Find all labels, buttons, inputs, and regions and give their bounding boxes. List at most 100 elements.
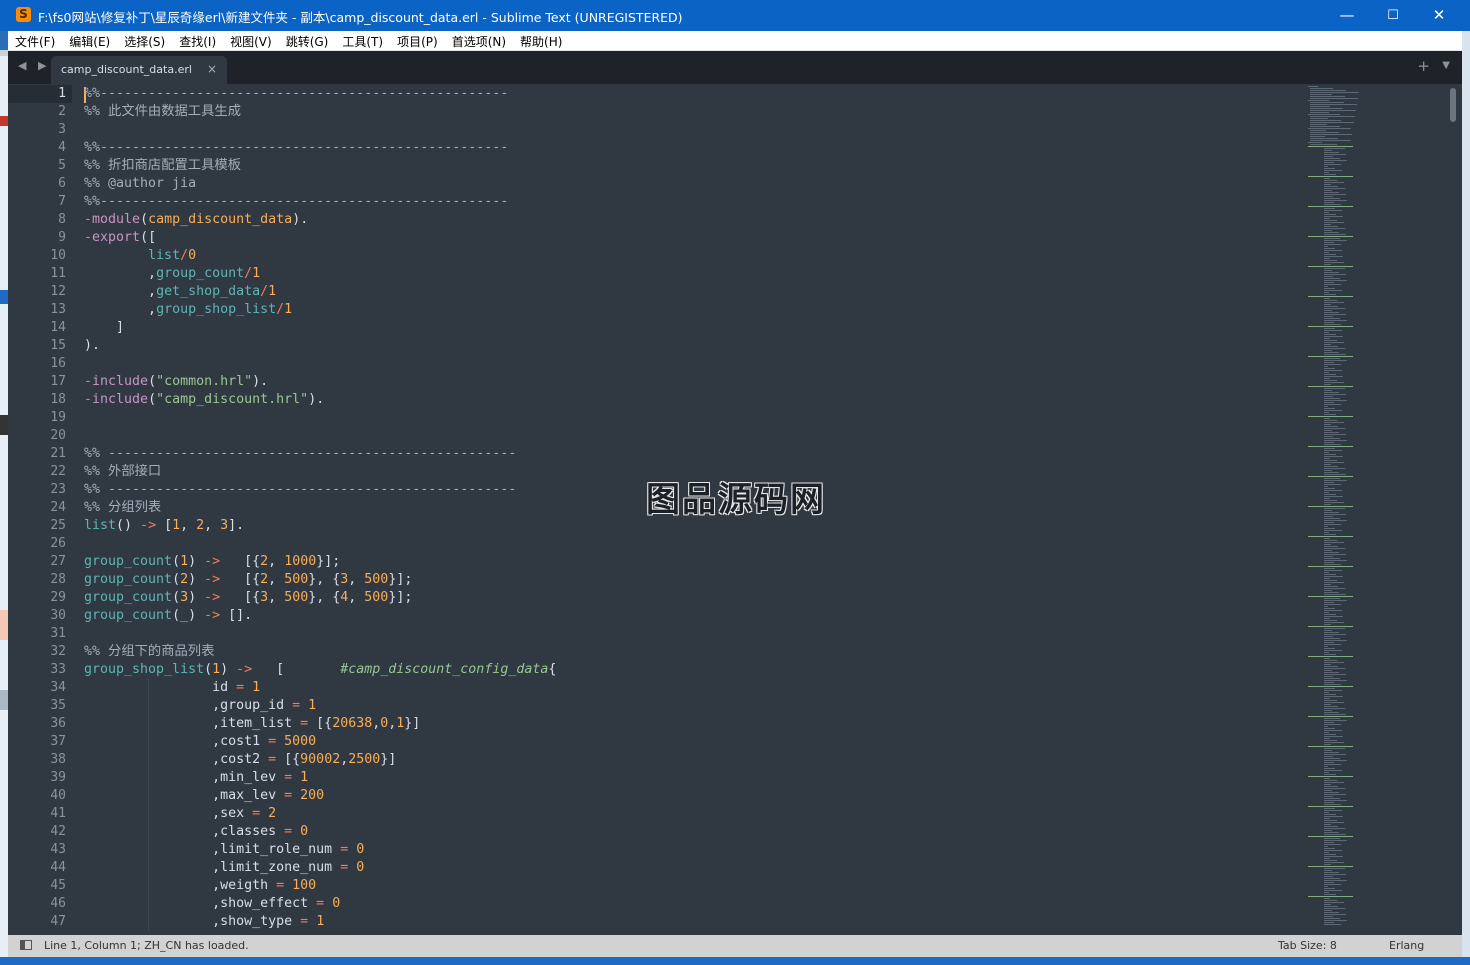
code-token: ). <box>292 212 309 227</box>
minimap-line <box>1324 328 1335 329</box>
code-line[interactable]: -module(camp_discount_data). <box>84 211 308 229</box>
code-line[interactable]: ). <box>84 337 100 355</box>
code-line[interactable]: ,cost1 = 5000 <box>84 733 316 751</box>
close-button[interactable]: ✕ <box>1416 0 1462 31</box>
line-number: 32 <box>50 644 66 659</box>
minimap-line <box>1324 756 1333 757</box>
line-number: 35 <box>50 698 66 713</box>
code-line[interactable]: ,item_list = [{20638,0,1}] <box>84 715 420 733</box>
minimize-button[interactable]: — <box>1324 0 1370 31</box>
title-bar[interactable]: S F:\fs0网站\修复补丁\星辰奇缘erl\新建文件夹 - 副本\camp_… <box>0 0 1470 31</box>
minimap-line <box>1324 672 1339 673</box>
minimap-line <box>1324 632 1339 633</box>
minimap-line <box>1308 296 1353 297</box>
menu-preferences[interactable]: 首选项(N) <box>445 33 513 52</box>
minimap-line <box>1324 676 1333 677</box>
scrollbar-thumb[interactable] <box>1450 88 1456 122</box>
new-tab-plus-icon[interactable]: + <box>1417 57 1430 75</box>
menu-find[interactable]: 查找(I) <box>172 33 223 52</box>
minimap-line <box>1324 552 1339 553</box>
code-token: ( <box>148 374 157 389</box>
status-tab-size[interactable]: Tab Size: 8 <box>1278 939 1337 952</box>
minimap-line <box>1324 276 1333 277</box>
menu-file[interactable]: 文件(F) <box>8 33 62 52</box>
code-line[interactable]: group_shop_list(1) -> [ #camp_discount_c… <box>84 661 556 679</box>
code-token: 0 <box>332 896 341 911</box>
code-line[interactable]: %%--------------------------------------… <box>84 193 508 211</box>
code-line[interactable]: group_count(3) -> [{3, 500}, {4, 500}]; <box>84 589 412 607</box>
code-line[interactable]: %% 分组列表 <box>84 499 161 517</box>
menu-help[interactable]: 帮助(H) <box>513 33 569 52</box>
menu-goto[interactable]: 跳转(G) <box>279 33 336 52</box>
minimap-line <box>1324 650 1342 651</box>
code-line[interactable]: ,show_type = 1 <box>84 913 324 931</box>
tab-list-chevron-icon[interactable]: ▼ <box>1442 60 1450 71</box>
tab-nav-arrows-icon[interactable]: ◀ ▶ <box>18 59 50 72</box>
code-line[interactable]: ,show_effect = 0 <box>84 895 340 913</box>
code-line[interactable]: ,cost2 = [{90002,2500}] <box>84 751 396 769</box>
maximize-button[interactable]: ☐ <box>1370 0 1416 31</box>
code-line[interactable]: ,group_id = 1 <box>84 697 316 715</box>
tab-camp-discount-data[interactable]: camp_discount_data.erl × <box>51 56 227 84</box>
code-line[interactable]: ,sex = 2 <box>84 805 276 823</box>
menu-selection[interactable]: 选择(S) <box>117 33 172 52</box>
code-line[interactable]: %% -------------------------------------… <box>84 445 516 463</box>
minimap-line <box>1324 748 1345 749</box>
code-line[interactable]: %%--------------------------------------… <box>84 85 508 103</box>
code-line[interactable]: %% -------------------------------------… <box>84 481 516 499</box>
minimap[interactable] <box>1308 84 1448 935</box>
code-line[interactable]: ] <box>84 319 124 337</box>
minimap-line <box>1308 566 1353 567</box>
code-line[interactable]: group_count(2) -> [{2, 500}, {3, 500}]; <box>84 571 412 589</box>
minimap-line <box>1324 694 1336 695</box>
code-line[interactable]: ,weigth = 100 <box>84 877 316 895</box>
code-line[interactable]: id = 1 <box>84 679 260 697</box>
vertical-scrollbar[interactable] <box>1449 88 1456 931</box>
code-line[interactable]: ,get_shop_data/1 <box>84 283 276 301</box>
code-line[interactable]: %% 折扣商店配置工具模板 <box>84 157 241 175</box>
code-line[interactable]: list/0 <box>84 247 196 265</box>
code-line[interactable]: -export([ <box>84 229 156 247</box>
menu-tools[interactable]: 工具(T) <box>335 33 390 52</box>
menu-project[interactable]: 项目(P) <box>390 33 445 52</box>
code-line[interactable]: ,limit_role_num = 0 <box>84 841 364 859</box>
code-token: ,item_list <box>84 716 301 731</box>
code-line[interactable]: -include("common.hrl"). <box>84 373 268 391</box>
panel-toggle-icon[interactable] <box>20 940 32 950</box>
minimap-line <box>1324 648 1335 649</box>
code-line[interactable]: ,limit_zone_num = 0 <box>84 859 364 877</box>
code-line[interactable]: group_count(_) -> []. <box>84 607 252 625</box>
minimap-line <box>1324 546 1338 547</box>
code-line[interactable]: %% 此文件由数据工具生成 <box>84 103 241 121</box>
code-line[interactable]: ,min_lev = 1 <box>84 769 308 787</box>
code-line[interactable]: %% 外部接口 <box>84 463 161 481</box>
minimap-line <box>1324 904 1331 905</box>
code-token: / <box>244 266 253 281</box>
code-line[interactable]: ,group_count/1 <box>84 265 260 283</box>
code-line[interactable]: %%--------------------------------------… <box>84 139 508 157</box>
code-line[interactable]: group_count(1) -> [{2, 1000}]; <box>84 553 340 571</box>
minimap-line <box>1324 500 1337 501</box>
code-line[interactable]: ,max_lev = 200 <box>84 787 324 805</box>
code-token: 1 <box>300 770 309 785</box>
minimap-line <box>1324 408 1335 409</box>
status-syntax[interactable]: Erlang <box>1389 939 1424 952</box>
minimap-line <box>1324 376 1343 377</box>
minimap-line <box>1310 92 1359 93</box>
minimap-line <box>1324 894 1336 895</box>
code-line[interactable]: ,group_shop_list/1 <box>84 301 292 319</box>
code-token: ,limit_role_num <box>84 842 341 857</box>
minimap-line <box>1324 834 1346 835</box>
code-line[interactable]: %% 分组下的商品列表 <box>84 643 214 661</box>
code-line[interactable]: -include("camp_discount.hrl"). <box>84 391 324 409</box>
code-line[interactable]: ,classes = 0 <box>84 823 308 841</box>
code-line[interactable]: %% @author jia <box>84 175 196 193</box>
code-line[interactable]: list() -> [1, 2, 3]. <box>84 517 244 535</box>
code-token: %% 分组列表 <box>84 500 162 515</box>
menu-edit[interactable]: 编辑(E) <box>62 33 117 52</box>
tab-close-icon[interactable]: × <box>207 62 217 76</box>
line-number: 8 <box>58 212 66 227</box>
menu-view[interactable]: 视图(V) <box>223 33 279 52</box>
